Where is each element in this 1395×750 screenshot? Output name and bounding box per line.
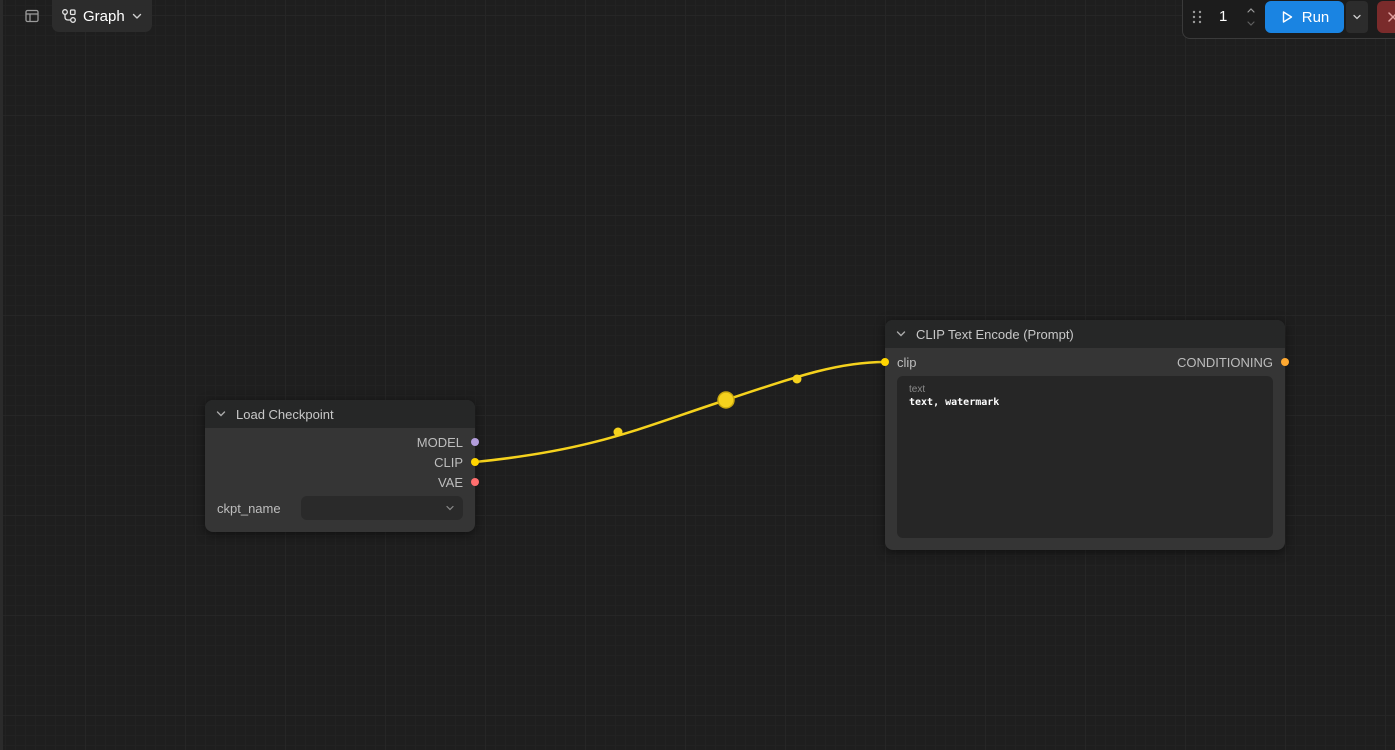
input-label-clip: clip bbox=[897, 355, 917, 370]
ckpt-name-select[interactable] bbox=[301, 496, 463, 520]
stop-button[interactable] bbox=[1377, 1, 1395, 33]
layout-sidebar-icon bbox=[25, 9, 39, 23]
output-slot-model[interactable] bbox=[471, 438, 479, 446]
output-slot-clip[interactable] bbox=[471, 458, 479, 466]
output-label-vae: VAE bbox=[437, 475, 463, 490]
chevron-up-icon bbox=[1247, 8, 1255, 13]
output-label-conditioning: CONDITIONING bbox=[1176, 355, 1273, 370]
node-header[interactable]: CLIP Text Encode (Prompt) bbox=[885, 320, 1285, 348]
prompt-text-label: text bbox=[909, 384, 926, 395]
run-panel: Run bbox=[1182, 0, 1395, 39]
chevron-down-icon bbox=[1353, 14, 1361, 20]
chevron-down-icon bbox=[132, 13, 141, 19]
node-title: CLIP Text Encode (Prompt) bbox=[916, 326, 1074, 342]
canvas-edge bbox=[0, 0, 3, 750]
graph-tab[interactable]: Graph bbox=[52, 0, 152, 32]
chevron-down-icon bbox=[1247, 21, 1255, 26]
batch-count-input[interactable] bbox=[1209, 1, 1245, 31]
output-label-clip: CLIP bbox=[434, 455, 463, 470]
run-options-dropdown[interactable] bbox=[1346, 1, 1368, 33]
link-reroute-point[interactable] bbox=[613, 427, 623, 437]
batch-decrement-button[interactable] bbox=[1246, 18, 1256, 30]
link-center-marker[interactable] bbox=[717, 391, 735, 409]
output-label-model: MODEL bbox=[416, 435, 463, 450]
chevron-down-icon[interactable] bbox=[215, 408, 227, 420]
input-slot-clip[interactable] bbox=[881, 358, 889, 366]
prompt-text-area[interactable]: text text, watermark bbox=[897, 376, 1273, 538]
run-button[interactable]: Run bbox=[1265, 1, 1344, 33]
batch-increment-button[interactable] bbox=[1246, 4, 1256, 16]
output-slot-vae[interactable] bbox=[471, 478, 479, 486]
load-checkpoint-node[interactable]: Load Checkpoint MODEL CLIP VAE ckpt_name bbox=[205, 400, 479, 532]
sidebar-toggle-button[interactable] bbox=[20, 4, 44, 28]
prompt-text-value: text, watermark bbox=[909, 397, 1000, 408]
play-icon bbox=[1282, 11, 1292, 23]
output-slot-conditioning[interactable] bbox=[1281, 358, 1289, 366]
run-button-label: Run bbox=[1301, 8, 1330, 26]
clip-link[interactable] bbox=[474, 360, 886, 464]
link-reroute-point[interactable] bbox=[792, 374, 802, 384]
chevron-down-icon[interactable] bbox=[895, 328, 907, 340]
workflow-icon bbox=[62, 9, 76, 23]
graph-tab-label: Graph bbox=[83, 7, 125, 25]
close-icon bbox=[1388, 12, 1395, 22]
ckpt-name-label: ckpt_name bbox=[217, 501, 281, 516]
node-header[interactable]: Load Checkpoint bbox=[205, 400, 475, 428]
chevron-down-icon bbox=[446, 505, 454, 511]
grip-vertical-icon[interactable] bbox=[1191, 9, 1203, 25]
node-title: Load Checkpoint bbox=[236, 406, 334, 422]
clip-text-encode-node[interactable]: CLIP Text Encode (Prompt) clip CONDITION… bbox=[881, 320, 1289, 550]
